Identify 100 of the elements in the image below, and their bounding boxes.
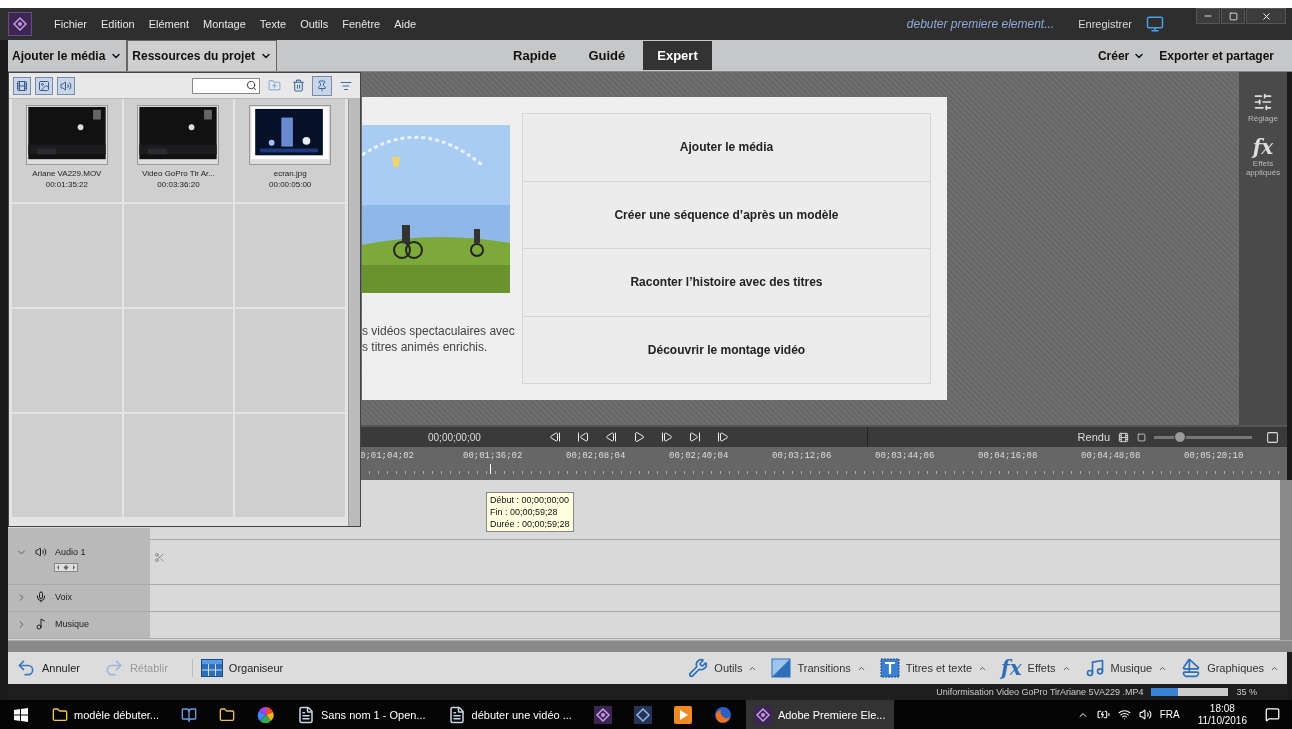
panel-button[interactable]: Titres et texte [879,658,988,678]
media-tile[interactable]: ecran.jpg 00:00:05:00 [235,99,345,202]
menu-item[interactable]: Elément [148,18,189,30]
fx-glyph: fx [1001,658,1022,678]
fx-glyph[interactable]: fx [1252,137,1274,157]
minimize-button[interactable] [1196,8,1220,24]
render-button[interactable]: Rendu [1077,431,1110,443]
play-icon[interactable] [632,431,645,443]
language-indicator[interactable]: FRA [1159,709,1180,720]
step-forward-icon[interactable] [660,431,673,443]
trash-icon [291,79,305,92]
book-icon [181,706,197,723]
toolbar-button[interactable]: Organiseur [191,659,294,677]
taskbar-item[interactable]: modèle débuter... [44,700,167,729]
app-logo-icon [8,12,32,36]
menu-item[interactable]: Texte [259,18,287,30]
menu-item[interactable]: Outils [300,18,329,30]
track-name: Audio 1 [55,547,86,557]
ruler-label: 00;02;40;04 [669,451,730,461]
sliders-icon[interactable] [1253,92,1273,112]
horizontal-scrollbar[interactable] [8,640,1292,652]
skip-back-icon[interactable] [576,431,589,443]
folder-icon [52,706,68,723]
clock[interactable]: 18:08 11/10/2016 [1197,702,1247,727]
speaker-icon [35,546,47,558]
media-tile[interactable]: Video GoPro Tir Ar... 00:03:36:20 [123,99,234,202]
ruler-label: 00;03;44;06 [875,451,936,461]
taskbar-item[interactable]: Adobe Premiere Ele... [745,700,894,729]
ruler-label: 0;01;04;02 [360,451,415,461]
step-back-icon[interactable] [604,431,617,443]
menu-item[interactable]: Edition [101,18,135,30]
document-icon [447,705,466,724]
ruler-label: 00;02;08;04 [566,451,627,461]
mode-tab[interactable]: Rapide [499,41,571,70]
search-icon [246,80,257,91]
vertical-scrollbar[interactable] [348,99,360,526]
monitor-icon[interactable] [1146,15,1164,33]
window-title: debuter premiere element... [906,17,1055,31]
panel-button[interactable]: Musique [1084,658,1168,678]
folder-icon [219,706,235,723]
menu-icon [340,79,352,92]
save-link[interactable]: Enregistrer [1078,18,1132,30]
panel-button[interactable]: fx Effets [1001,658,1071,678]
tooltip-line: Fin : 00;00;59;28 [490,506,559,518]
menu-item[interactable]: Aide [394,18,417,30]
maximize-button[interactable] [1221,8,1245,24]
toolbar-button[interactable]: Annuler [16,658,90,678]
media-name: ecran.jpg [273,169,307,178]
media-duration: 00:01:35:22 [45,180,88,189]
notification-icon[interactable] [1265,707,1280,722]
menu-item[interactable]: Montage [203,18,246,30]
card-caption: s vidéos spectaculaires avec s titres animés enrichis. [362,323,516,355]
track-name: Musique [55,619,90,629]
speaker-icon[interactable] [1138,708,1152,721]
skip-forward-icon[interactable] [688,431,701,443]
panel-tab[interactable]: Ressources du projet [127,40,278,71]
slider-thumb[interactable] [1174,430,1187,443]
tooltip-line: Début : 00;00;00;00 [490,494,570,506]
audio-filter-button[interactable] [57,76,75,95]
media-tile[interactable]: Ariane VA229.MOV 00:01:35:22 [12,99,122,202]
ruler-label: 00;05;20;10 [1184,451,1245,461]
fit-icon[interactable] [1118,431,1129,443]
tooltip-line: Durée : 00;00;59;28 [490,518,570,530]
taskbar-item[interactable]: Sans nom 1 - Open... [289,700,434,729]
panel-toggle-icon[interactable] [1266,430,1279,444]
film-filter-button[interactable] [13,76,31,95]
export-menu[interactable]: Exporter et partager [1159,48,1274,63]
image-filter-button[interactable] [35,76,53,95]
ruler-label: 00;03;12;06 [772,451,833,461]
music-note-icon [1084,658,1105,678]
panel-button[interactable]: Outils [688,658,758,678]
microphone-icon [35,591,47,603]
timecode: 00;00;00;00 [428,431,481,443]
undo-icon [16,658,36,678]
mode-tab[interactable]: Guidé [574,41,640,70]
create-menu[interactable]: Créer [1097,48,1146,63]
mode-tab[interactable]: Expert [643,41,712,70]
square-icon[interactable] [1137,432,1146,442]
keyframe-controls-icon[interactable] [54,563,78,572]
battery-icon[interactable] [1096,708,1110,721]
taskbar-item[interactable]: débuter une vidéo ... [439,700,580,729]
search-field[interactable] [192,77,260,94]
ruler-label: 00;04;48;08 [1081,451,1142,461]
panel-button[interactable]: Transitions [771,658,866,678]
media-name: Ariane VA229.MOV [32,169,102,178]
panel-button[interactable]: Graphiques [1181,658,1279,678]
mark-out-icon[interactable] [716,431,729,443]
menu-item[interactable]: Fenêtre [342,18,381,30]
menu-item[interactable]: Fichier [54,18,87,30]
text-frame-icon [879,658,900,678]
mark-in-icon[interactable] [548,431,561,443]
pin-icon [316,79,328,92]
speaker-icon [60,79,72,92]
start-icon[interactable] [14,707,28,722]
pin-button[interactable] [312,75,332,96]
film-icon [16,79,28,92]
app-logo-icon [633,705,652,724]
side-label: Effets appliqués [1244,159,1282,177]
wifi-icon[interactable] [1117,708,1131,721]
app-logo-icon [593,705,612,724]
